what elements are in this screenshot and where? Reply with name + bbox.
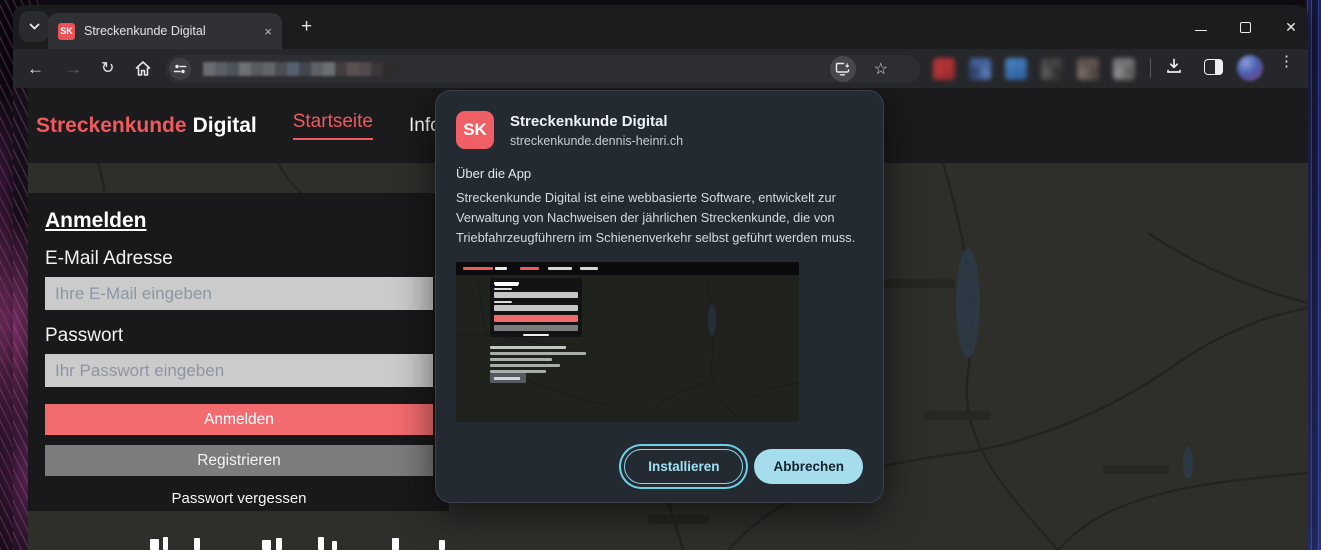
site-favicon: SK	[58, 23, 75, 40]
back-button[interactable]: ←	[27, 60, 44, 77]
window-controls: ✕	[1195, 5, 1298, 49]
toolbar-divider	[1150, 58, 1151, 78]
email-label: E-Mail Adresse	[45, 248, 432, 270]
clipped-heading-fragments	[150, 537, 445, 550]
password-field[interactable]	[45, 354, 433, 387]
extension-icon[interactable]	[1005, 58, 1027, 80]
login-panel: Anmelden E-Mail Adresse Passwort Anmelde…	[28, 193, 449, 511]
forward-button: →	[65, 60, 82, 77]
site-brand: Streckenkunde Digital	[36, 114, 257, 138]
new-tab-button[interactable]: +	[301, 17, 312, 36]
tab-title: Streckenkunde Digital	[84, 24, 258, 38]
bookmark-star-icon[interactable]: ☆	[874, 59, 888, 79]
dialog-header: SK Streckenkunde Digital streckenkunde.d…	[456, 111, 863, 149]
login-heading: Anmelden	[45, 209, 432, 233]
extension-icon[interactable]	[1041, 58, 1063, 80]
app-name: Streckenkunde Digital	[510, 113, 683, 130]
login-button[interactable]: Anmelden	[45, 404, 433, 435]
site-settings-icon[interactable]	[169, 58, 191, 80]
dialog-actions: Installieren Abbrechen	[624, 449, 863, 484]
extension-icons-redacted[interactable]	[933, 58, 1135, 80]
thumbnail-map	[456, 275, 799, 422]
reload-button[interactable]: ↻	[101, 61, 114, 77]
browser-tab-active[interactable]: SK Streckenkunde Digital ×	[48, 13, 282, 49]
address-url-redacted	[203, 62, 395, 76]
brand-part-red: Streckenkunde	[36, 114, 187, 137]
app-origin: streckenkunde.dennis-heinri.ch	[510, 134, 683, 148]
app-description: Streckenkunde Digital ist eine webbasier…	[456, 188, 864, 248]
app-screenshot-thumbnail	[456, 262, 799, 422]
page-viewport: StreckenkundeDigital Startseite Informat…	[13, 88, 1308, 550]
install-button[interactable]: Installieren	[624, 449, 743, 484]
side-panel-button[interactable]	[1204, 59, 1223, 75]
thumbnail-button	[490, 373, 526, 383]
extension-icon[interactable]	[1113, 58, 1135, 80]
browser-window: SK Streckenkunde Digital × + ✕ ← → ↻	[13, 5, 1308, 550]
about-heading: Über die App	[456, 166, 863, 181]
home-button[interactable]	[134, 60, 152, 77]
thumbnail-header	[456, 262, 799, 275]
install-app-icon[interactable]	[830, 56, 856, 82]
page-left-margin	[13, 88, 28, 550]
extension-icon[interactable]	[969, 58, 991, 80]
install-app-dialog: SK Streckenkunde Digital streckenkunde.d…	[435, 90, 884, 503]
app-icon: SK	[456, 111, 494, 149]
extension-icon[interactable]	[933, 58, 955, 80]
forgot-password-link[interactable]: Passwort vergessen	[45, 490, 433, 507]
register-button[interactable]: Registrieren	[45, 445, 433, 476]
cancel-button[interactable]: Abbrechen	[754, 449, 863, 484]
profile-avatar[interactable]	[1237, 55, 1263, 81]
close-window-button[interactable]: ✕	[1284, 20, 1298, 34]
thumbnail-login-form	[490, 278, 582, 337]
downloads-button[interactable]	[1165, 57, 1183, 75]
brand-part-white: Digital	[193, 114, 257, 137]
extension-icon[interactable]	[1077, 58, 1099, 80]
browser-toolbar: ← → ↻	[13, 49, 1308, 88]
tab-strip: SK Streckenkunde Digital × + ✕	[13, 5, 1308, 49]
desktop: SK Streckenkunde Digital × + ✕ ← → ↻	[0, 0, 1321, 550]
minimize-button[interactable]	[1195, 30, 1207, 31]
nav-startseite[interactable]: Startseite	[293, 111, 373, 140]
thumbnail-text-lines	[490, 343, 586, 373]
maximize-button[interactable]	[1240, 22, 1251, 33]
chevron-down-icon	[28, 22, 41, 31]
address-bar[interactable]: ☆	[165, 55, 920, 83]
email-field[interactable]	[45, 277, 433, 310]
tab-search-button[interactable]	[19, 11, 49, 42]
password-label: Passwort	[45, 325, 432, 347]
close-tab-icon[interactable]: ×	[264, 24, 272, 39]
browser-menu-button[interactable]: ⋮	[1279, 52, 1294, 70]
